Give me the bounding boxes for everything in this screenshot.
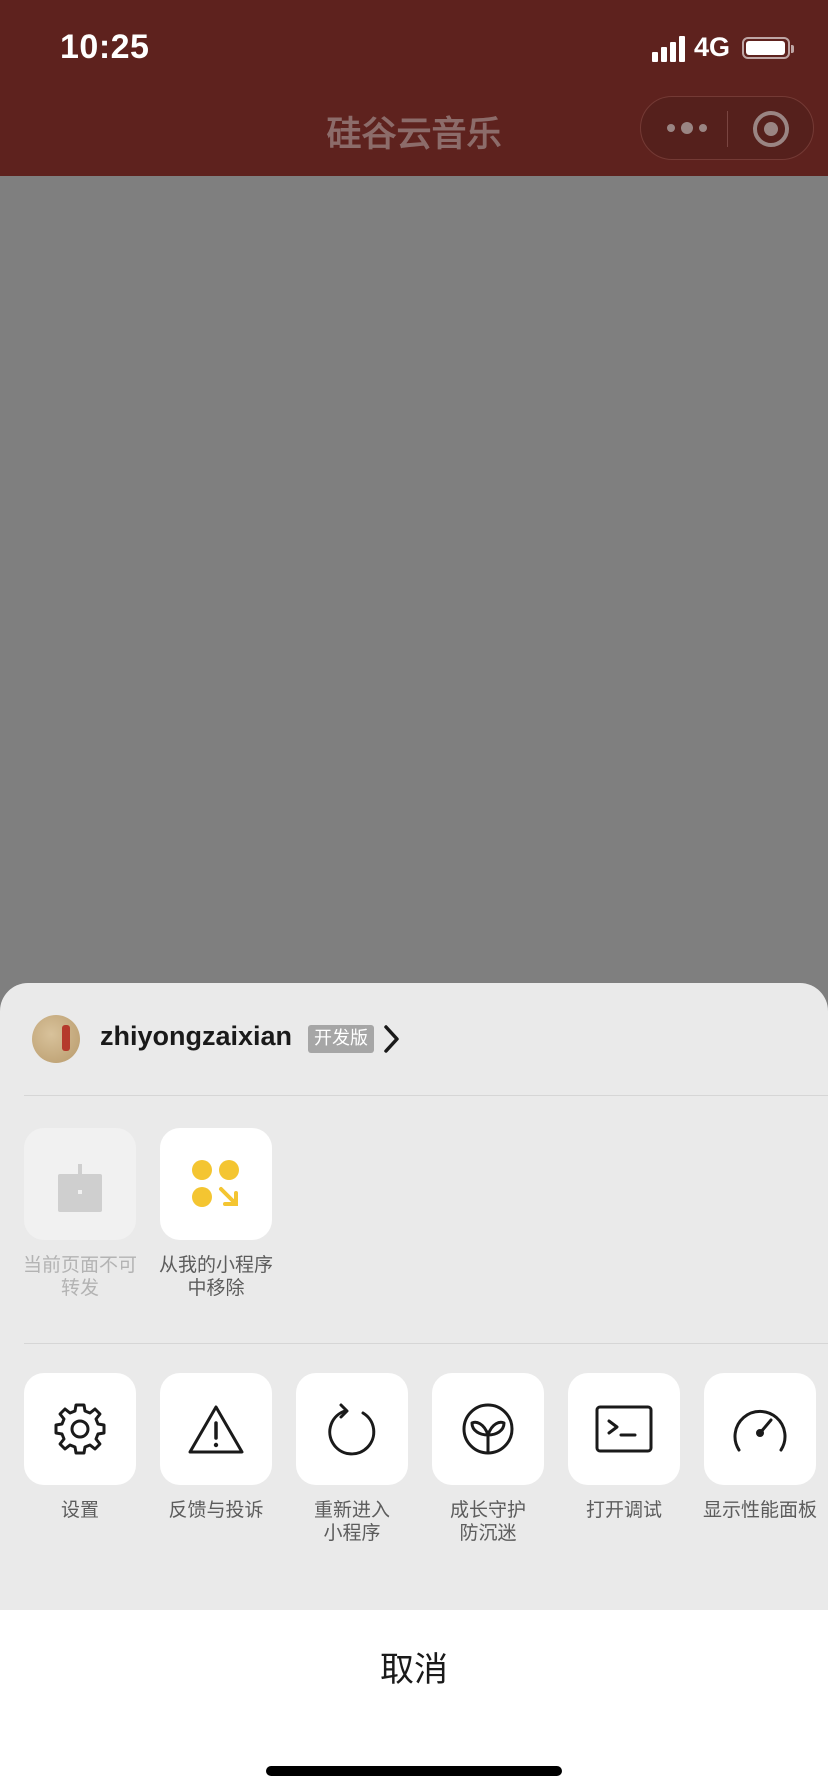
terminal-icon: [595, 1405, 653, 1453]
sprout-icon: [462, 1403, 514, 1455]
reenter-tile[interactable]: [296, 1373, 408, 1485]
chevron-right-icon: [384, 1025, 399, 1053]
feedback-tile[interactable]: [160, 1373, 272, 1485]
reenter-action[interactable]: 重新进入 小程序: [296, 1373, 408, 1545]
cancel-area: 取消: [0, 1610, 828, 1792]
nav-bar: 硅谷云音乐: [0, 96, 828, 176]
settings-tile[interactable]: [24, 1373, 136, 1485]
performance-panel-action[interactable]: 显示性能面板: [703, 1373, 817, 1522]
status-time: 10:25: [60, 28, 150, 66]
capsule-divider: [727, 111, 728, 147]
avatar: [32, 1015, 80, 1063]
remove-tile[interactable]: [160, 1128, 272, 1240]
open-debug-action[interactable]: 打开调试: [568, 1373, 680, 1522]
divider: [24, 1343, 828, 1344]
feedback-action[interactable]: 反馈与投诉: [160, 1373, 272, 1522]
warning-icon: [188, 1405, 244, 1454]
gauge-icon: [733, 1409, 787, 1452]
network-type: 4G: [694, 32, 731, 62]
remove-label: 从我的小程序 中移除: [158, 1254, 273, 1299]
miniprogram-profile[interactable]: zhiyongzaixian 开发版: [32, 1015, 812, 1067]
miniprogram-capsule: [640, 96, 814, 160]
battery-icon: [742, 37, 794, 59]
divider: [24, 1095, 828, 1096]
open-debug-tile[interactable]: [568, 1373, 680, 1485]
growth-guard-tile[interactable]: [432, 1373, 544, 1485]
signal-icon: [652, 34, 688, 62]
performance-panel-tile[interactable]: [704, 1373, 816, 1485]
home-indicator[interactable]: [266, 1766, 562, 1776]
share-icon: [58, 1156, 102, 1212]
performance-panel-label: 显示性能面板: [702, 1499, 817, 1521]
status-bar: 10:25 4G: [0, 0, 828, 100]
action-sheet: zhiyongzaixian 开发版 当前页面不可 转发 从我的小程序 中移除 …: [0, 983, 828, 1792]
share-tile: [24, 1128, 136, 1240]
version-badge: 开发版: [308, 1025, 374, 1053]
username: zhiyongzaixian: [100, 1021, 293, 1051]
close-miniprogram-icon[interactable]: [753, 111, 789, 147]
remove-miniprogram-icon: [192, 1160, 239, 1207]
cancel-button[interactable]: 取消: [0, 1640, 828, 1700]
refresh-icon: [328, 1403, 376, 1456]
gear-icon: [54, 1403, 106, 1455]
more-icon[interactable]: [667, 119, 707, 139]
growth-guard-action[interactable]: 成长守护 防沉迷: [432, 1373, 544, 1545]
share-action: 当前页面不可 转发: [23, 1128, 137, 1300]
settings-action[interactable]: 设置: [24, 1373, 136, 1522]
remove-from-my-miniprograms[interactable]: 从我的小程序 中移除: [159, 1128, 273, 1300]
